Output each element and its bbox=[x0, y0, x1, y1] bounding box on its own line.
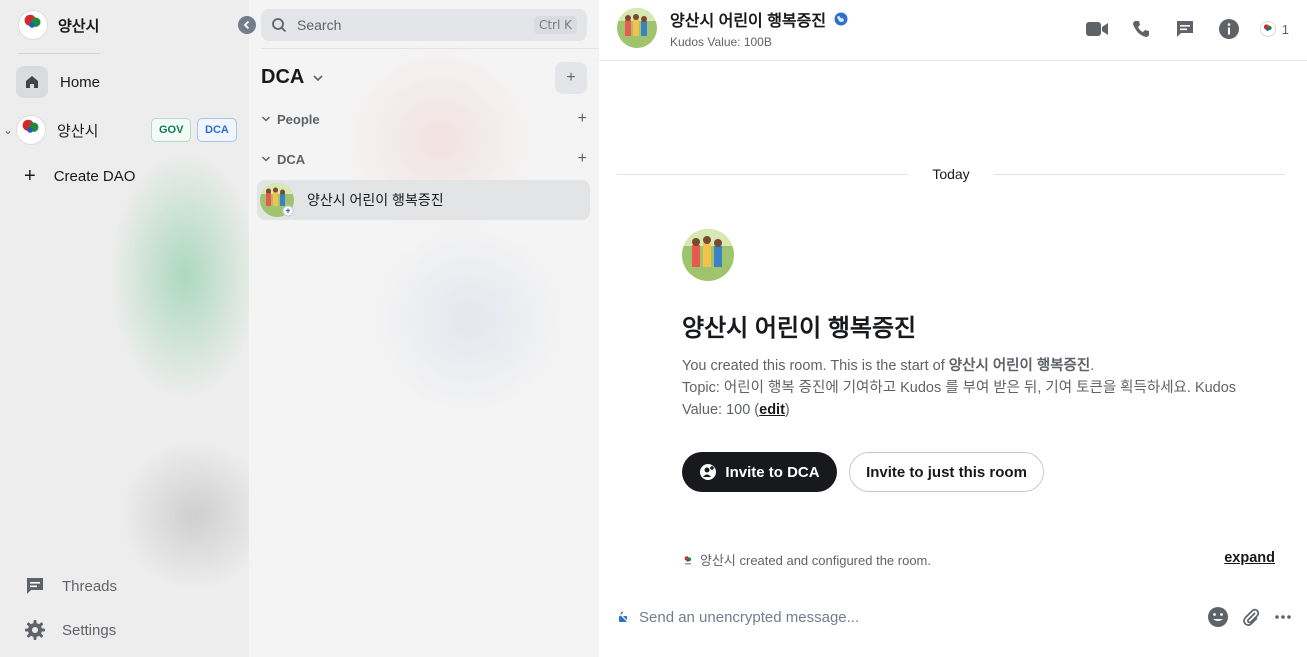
created-prefix: You created this room. This is the start… bbox=[682, 358, 949, 374]
room-title[interactable]: 양산시 어린이 행복증진 bbox=[670, 7, 848, 31]
search-icon bbox=[271, 17, 287, 33]
chevron-down-icon bbox=[261, 156, 271, 162]
message-input[interactable]: Send an unencrypted message... bbox=[639, 609, 1197, 626]
topic-close: ) bbox=[784, 402, 790, 418]
room-creation-summary: 양산시 created and configured the room. bbox=[682, 550, 931, 569]
emoji-icon[interactable] bbox=[1207, 606, 1229, 628]
invite-to-space-button[interactable]: Invite to DCA bbox=[682, 452, 837, 492]
section-people[interactable]: People + bbox=[261, 109, 587, 129]
invite-to-space-label: Invite to DCA bbox=[725, 463, 820, 481]
background-blur bbox=[120, 440, 249, 590]
space-header[interactable]: 양산시 bbox=[18, 10, 99, 40]
divider bbox=[18, 53, 100, 54]
add-room-button[interactable]: + bbox=[555, 62, 587, 94]
space-item-yangsan[interactable]: ⌄ 양산시 GOV DCA bbox=[0, 114, 249, 146]
add-people-button[interactable]: + bbox=[578, 110, 587, 128]
home-button[interactable]: Home bbox=[16, 66, 100, 98]
member-count: 1 bbox=[1281, 21, 1289, 37]
dca-badge[interactable]: DCA bbox=[197, 118, 237, 142]
created-suffix: . bbox=[1090, 358, 1095, 374]
settings-label: Settings bbox=[62, 621, 117, 639]
gov-badge[interactable]: GOV bbox=[151, 118, 192, 142]
created-room-name: 양산시 어린이 행복증진 bbox=[948, 358, 1091, 374]
space-item-label: 양산시 bbox=[57, 122, 99, 140]
home-label: Home bbox=[60, 73, 101, 91]
edit-topic-link[interactable]: edit bbox=[759, 402, 785, 418]
space-title: DCA bbox=[261, 66, 305, 88]
room-header: 양산시 어린이 행복증진 Kudos Value: 100B 1 bbox=[599, 0, 1307, 61]
threads-label: Threads bbox=[62, 577, 118, 595]
invite-to-room-button[interactable]: Invite to just this room bbox=[849, 452, 1044, 492]
search-shortcut: Ctrl K bbox=[533, 16, 577, 34]
create-dao-button[interactable]: + Create DAO bbox=[24, 166, 135, 186]
chevron-down-icon bbox=[261, 116, 271, 122]
section-dca-label: DCA bbox=[277, 151, 306, 167]
room-intro-title: 양산시 어린이 행복증진 bbox=[682, 315, 917, 342]
collapse-panel-button[interactable] bbox=[238, 16, 256, 34]
add-user-icon bbox=[699, 463, 717, 481]
create-dao-label: Create DAO bbox=[53, 167, 136, 185]
room-tile[interactable]: 양산시 어린이 행복증진 bbox=[257, 180, 590, 220]
background-blur bbox=[110, 150, 249, 400]
threads-icon[interactable] bbox=[1172, 16, 1198, 42]
room-created-line: You created this room. This is the start… bbox=[682, 355, 1272, 377]
home-icon bbox=[16, 66, 48, 98]
date-separator: Today bbox=[617, 164, 1286, 184]
chevron-down-icon bbox=[312, 72, 324, 84]
unencrypted-lock-icon bbox=[617, 611, 629, 623]
chevron-down-icon[interactable]: ⌄ bbox=[0, 124, 16, 137]
space-name: 양산시 bbox=[58, 17, 100, 35]
room-intro-text: You created this room. This is the start… bbox=[682, 355, 1272, 421]
background-blur bbox=[369, 220, 569, 420]
room-intro-avatar bbox=[682, 229, 734, 281]
divider bbox=[993, 173, 1286, 175]
divider bbox=[617, 173, 909, 175]
room-list-panel: Search Ctrl K DCA + People + DCA + 양산시 어… bbox=[249, 0, 599, 657]
member-avatar bbox=[1259, 21, 1276, 37]
date-separator-label: Today bbox=[932, 166, 970, 182]
message-composer: Send an unencrypted message... bbox=[617, 600, 1293, 634]
divider bbox=[261, 48, 599, 49]
expand-events-link[interactable]: expand bbox=[1224, 550, 1275, 566]
gear-icon bbox=[24, 619, 46, 641]
header-actions: 1 bbox=[1084, 16, 1289, 42]
plus-icon: + bbox=[24, 165, 36, 187]
member-list-button[interactable]: 1 bbox=[1259, 21, 1289, 37]
space-panel: 양산시 Home ⌄ 양산시 GOV DCA + Create DAO Thre… bbox=[0, 0, 249, 657]
event-summary-text: 양산시 created and configured the room. bbox=[700, 553, 932, 568]
threads-button[interactable]: Threads bbox=[24, 575, 117, 597]
threads-icon bbox=[24, 575, 46, 597]
globe-icon bbox=[834, 12, 848, 26]
more-options-icon[interactable] bbox=[1273, 607, 1293, 627]
plus-icon: + bbox=[566, 69, 576, 86]
room-subtitle: Kudos Value: 100B bbox=[670, 35, 772, 49]
yangsan-logo bbox=[16, 115, 46, 145]
section-people-label: People bbox=[277, 111, 320, 127]
voice-call-icon[interactable] bbox=[1128, 16, 1154, 42]
room-view: 양산시 어린이 행복증진 Kudos Value: 100B 1 Today 양… bbox=[599, 0, 1307, 657]
attachment-icon[interactable] bbox=[1241, 607, 1261, 627]
video-call-icon[interactable] bbox=[1084, 16, 1110, 42]
space-title-dropdown[interactable]: DCA bbox=[261, 66, 324, 89]
section-dca[interactable]: DCA + bbox=[261, 149, 587, 169]
yangsan-logo-icon bbox=[684, 555, 692, 564]
yangsan-logo bbox=[18, 10, 48, 40]
room-avatar[interactable] bbox=[617, 8, 657, 48]
composer-actions bbox=[1207, 606, 1293, 628]
add-dca-room-button[interactable]: + bbox=[578, 150, 587, 168]
room-title-text: 양산시 어린이 행복증진 bbox=[670, 13, 827, 30]
search-placeholder: Search bbox=[297, 17, 342, 33]
search-input[interactable]: Search Ctrl K bbox=[261, 9, 587, 41]
room-topic: Topic: 어린이 행복 증진에 기여하고 Kudos 를 부여 받은 뒤, … bbox=[682, 377, 1272, 421]
room-name: 양산시 어린이 행복증진 bbox=[307, 192, 444, 208]
room-avatar bbox=[259, 182, 295, 218]
info-icon[interactable] bbox=[1216, 16, 1242, 42]
settings-button[interactable]: Settings bbox=[24, 619, 116, 641]
